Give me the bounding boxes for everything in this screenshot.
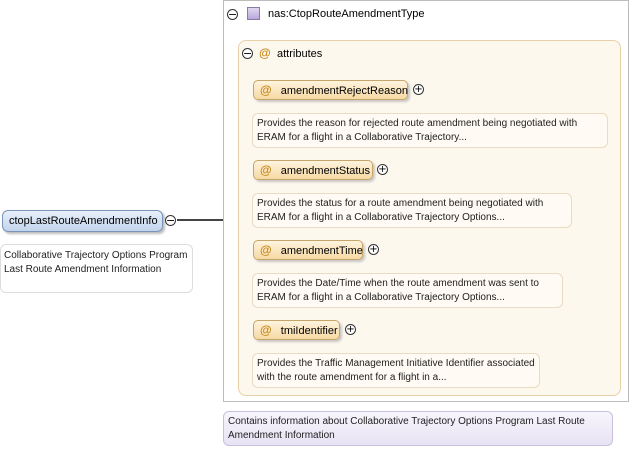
attribute-description: Provides the Traffic Management Initiati… xyxy=(252,353,540,388)
attribute-at-icon: @ xyxy=(260,83,272,97)
attribute-expand-icon[interactable]: + xyxy=(377,164,388,175)
type-description: Contains information about Collaborative… xyxy=(223,411,613,446)
attribute-at-icon: @ xyxy=(260,243,272,257)
attribute-tmi-identifier[interactable]: @ tmiIdentifier xyxy=(253,320,340,340)
attribute-description: Provides the status for a route amendmen… xyxy=(252,193,572,228)
attribute-expand-icon[interactable]: + xyxy=(413,84,424,95)
attribute-amendment-status[interactable]: @ amendmentStatus xyxy=(253,160,373,180)
attributes-at-icon: @ xyxy=(259,46,271,60)
attribute-name: amendmentStatus xyxy=(280,165,371,177)
attribute-name: amendmentTime xyxy=(280,245,363,257)
element-description: Collaborative Trajectory Options Program… xyxy=(0,244,193,293)
attribute-expand-icon[interactable]: + xyxy=(368,244,379,255)
element-type-connector xyxy=(177,219,223,221)
attribute-expand-icon[interactable]: + xyxy=(345,324,356,335)
attributes-collapse-icon[interactable]: − xyxy=(242,48,253,59)
attribute-amendment-reject-reason[interactable]: @ amendmentRejectReason xyxy=(253,80,408,100)
attribute-amendment-time[interactable]: @ amendmentTime xyxy=(253,240,363,260)
type-name: nas:CtopRouteAmendmentType xyxy=(268,8,425,20)
attributes-label: attributes xyxy=(277,48,323,60)
attribute-at-icon: @ xyxy=(260,163,272,177)
attribute-name: amendmentRejectReason xyxy=(280,85,408,97)
element-name: ctopLastRouteAmendmentInfo xyxy=(9,215,158,227)
complex-type-icon xyxy=(247,7,260,20)
attribute-at-icon: @ xyxy=(260,323,272,337)
attribute-description: Provides the reason for rejected route a… xyxy=(252,113,608,148)
attribute-description: Provides the Date/Time when the route am… xyxy=(252,273,563,308)
element-node[interactable]: ctopLastRouteAmendmentInfo xyxy=(2,210,163,232)
element-collapse-icon[interactable]: − xyxy=(165,215,176,226)
type-collapse-icon[interactable]: − xyxy=(227,9,238,20)
attribute-name: tmiIdentifier xyxy=(280,325,338,337)
